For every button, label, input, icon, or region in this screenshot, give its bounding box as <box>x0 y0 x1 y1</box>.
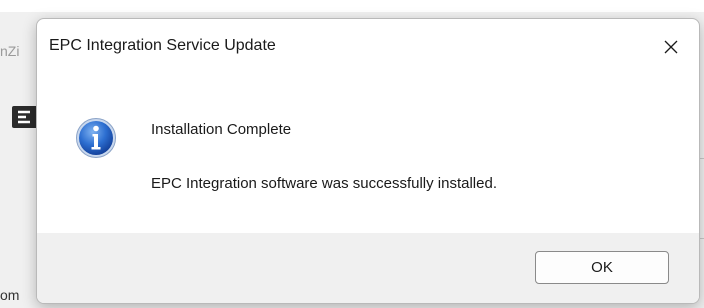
dialog-message: EPC Integration software was successfull… <box>151 175 497 192</box>
ok-button[interactable]: OK <box>535 251 669 284</box>
background-window-text-bottom: om <box>0 287 20 303</box>
dialog-content: Installation Complete EPC Integration so… <box>37 75 699 233</box>
background-divider <box>700 158 704 159</box>
background-window-text-top: nZi <box>0 43 20 59</box>
background-window-top-strip <box>0 0 704 12</box>
dialog-title: EPC Integration Service Update <box>49 37 276 54</box>
close-button[interactable] <box>643 19 699 75</box>
message-dialog: EPC Integration Service Update Installat… <box>36 18 700 304</box>
dialog-titlebar[interactable]: EPC Integration Service Update <box>37 19 699 75</box>
dialog-heading: Installation Complete <box>151 121 292 138</box>
close-icon <box>664 40 678 54</box>
desktop-screen: nZi om EPC Integration Service Update In… <box>0 0 704 308</box>
info-icon <box>75 117 117 159</box>
dialog-button-bar: OK <box>37 233 699 303</box>
background-logo-fragment <box>6 100 36 134</box>
background-divider <box>700 238 704 239</box>
